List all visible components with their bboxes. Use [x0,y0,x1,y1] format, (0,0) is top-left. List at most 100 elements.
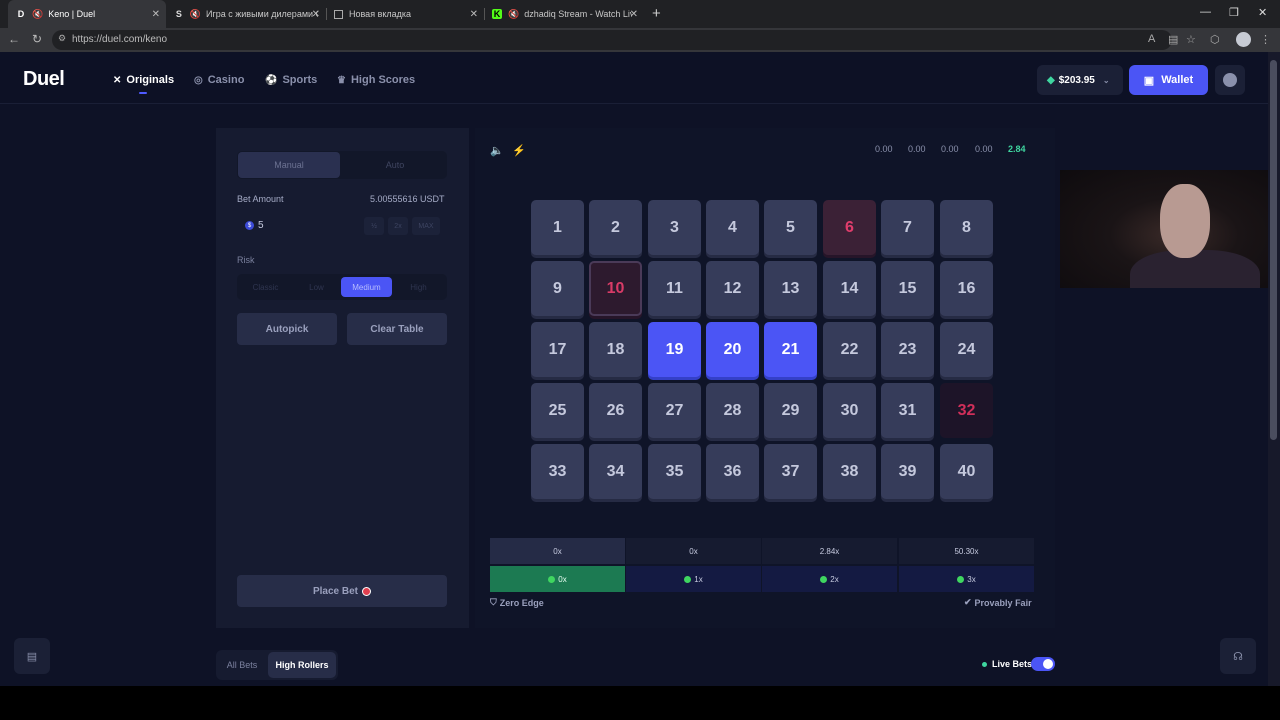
keno-tile-33[interactable]: 33 [531,444,584,499]
live-bets-toggle[interactable] [1031,657,1055,671]
mute-icon[interactable]: 🔇 [508,9,519,20]
keno-tile-32[interactable]: 32 [940,383,993,438]
bookmark-star-icon[interactable]: ☆ [1186,33,1196,46]
risk-high[interactable]: High [393,277,444,297]
close-tab-icon[interactable]: ✕ [312,9,320,20]
translate-icon[interactable]: A [1148,33,1155,45]
risk-medium[interactable]: Medium [341,277,392,297]
sound-icon[interactable]: 🔈 [490,144,504,157]
duel-logo[interactable]: Duel [23,68,65,91]
nav-originals[interactable]: ✕ Originals [113,74,174,86]
balance-dropdown[interactable]: ◆ $203.95 ⌄ [1037,65,1123,95]
close-tab-icon[interactable]: ✕ [630,9,638,20]
keno-tile-10[interactable]: 10 [589,261,642,316]
wallet-button[interactable]: ▣ Wallet [1129,65,1208,95]
keno-tile-9[interactable]: 9 [531,261,584,316]
keno-tile-21[interactable]: 21 [764,322,817,377]
nav-high-scores[interactable]: ♛ High Scores [337,74,415,86]
keno-tile-19[interactable]: 19 [648,322,701,377]
risk-classic[interactable]: Classic [240,277,291,297]
reader-icon[interactable]: ▤ [1168,33,1178,46]
mute-icon[interactable]: 🔇 [190,9,201,20]
zero-edge-link[interactable]: ⛉ Zero Edge [490,597,544,608]
keno-tile-27[interactable]: 27 [648,383,701,438]
keno-tile-37[interactable]: 37 [764,444,817,499]
keno-tile-29[interactable]: 29 [764,383,817,438]
mute-icon[interactable]: 🔇 [32,9,43,20]
tab-auto[interactable]: Auto [344,152,446,178]
keno-tile-7[interactable]: 7 [881,200,934,255]
double-bet-button[interactable]: 2x [388,217,408,235]
keno-tile-39[interactable]: 39 [881,444,934,499]
autopick-button[interactable]: Autopick [237,313,337,345]
minimize-icon[interactable]: — [1200,6,1211,18]
site-info-icon[interactable]: ⚙ [58,33,66,44]
keno-tile-8[interactable]: 8 [940,200,993,255]
keno-tile-24[interactable]: 24 [940,322,993,377]
keno-tile-18[interactable]: 18 [589,322,642,377]
tab-high-rollers[interactable]: High Rollers [268,652,336,678]
keno-tile-28[interactable]: 28 [706,383,759,438]
keno-tile-34[interactable]: 34 [589,444,642,499]
keno-tile-14[interactable]: 14 [823,261,876,316]
history-item: 0.00 [941,144,959,154]
hit-label: 2x [830,574,839,584]
keno-tile-1[interactable]: 1 [531,200,584,255]
keno-tile-22[interactable]: 22 [823,322,876,377]
keno-tile-13[interactable]: 13 [764,261,817,316]
profile-avatar[interactable] [1236,32,1251,47]
close-tab-icon[interactable]: ✕ [152,9,160,20]
new-tab-icon[interactable]: + [652,5,661,22]
browser-tab-live-dealers[interactable]: S 🔇 Игра с живыми дилерами Ст ✕ [166,0,326,28]
tab-all-bets[interactable]: All Bets [218,652,266,678]
keno-tile-30[interactable]: 30 [823,383,876,438]
maximize-icon[interactable]: ❐ [1229,6,1239,19]
keno-tile-3[interactable]: 3 [648,200,701,255]
clear-table-button[interactable]: Clear Table [347,313,447,345]
keno-tile-25[interactable]: 25 [531,383,584,438]
browser-tab-stream[interactable]: K 🔇 dzhadiq Stream - Watch Live ✕ [484,0,644,28]
keno-tile-4[interactable]: 4 [706,200,759,255]
extensions-icon[interactable]: ⬡ [1210,33,1220,46]
keno-tile-15[interactable]: 15 [881,261,934,316]
keno-tile-17[interactable]: 17 [531,322,584,377]
keno-tile-38[interactable]: 38 [823,444,876,499]
keno-tile-40[interactable]: 40 [940,444,993,499]
provably-fair-link[interactable]: ✔ Provably Fair [964,597,1032,608]
place-bet-button[interactable]: Place Bet [237,575,447,607]
casino-chip-icon: ◎ [194,74,203,86]
keno-tile-26[interactable]: 26 [589,383,642,438]
risk-low[interactable]: Low [291,277,342,297]
nav-casino[interactable]: ◎ Casino [194,74,244,86]
keno-tile-12[interactable]: 12 [706,261,759,316]
tab-manual[interactable]: Manual [238,152,340,178]
window-close-icon[interactable]: ✕ [1258,6,1267,19]
keno-tile-6[interactable]: 6 [823,200,876,255]
max-bet-button[interactable]: MAX [412,217,440,235]
close-tab-icon[interactable]: ✕ [470,9,478,20]
back-icon[interactable]: ← [8,32,20,46]
support-button[interactable]: ☊ [1220,638,1256,674]
lightning-icon[interactable]: ⚡ [512,144,526,157]
nav-sports[interactable]: ⚽ Sports [265,74,317,86]
keno-tile-35[interactable]: 35 [648,444,701,499]
scrollbar-thumb[interactable] [1270,60,1277,440]
browser-menu-icon[interactable]: ⋮ [1260,33,1271,46]
keno-tile-23[interactable]: 23 [881,322,934,377]
address-bar[interactable]: ⚙ https://duel.com/keno [52,30,1172,50]
keno-tile-36[interactable]: 36 [706,444,759,499]
keno-tile-20[interactable]: 20 [706,322,759,377]
keno-tile-5[interactable]: 5 [764,200,817,255]
reload-icon[interactable]: ↻ [32,32,42,46]
half-bet-button[interactable]: ½ [364,217,384,235]
chat-button[interactable]: ▤ [14,638,50,674]
user-menu-button[interactable] [1215,65,1245,95]
browser-tab-keno[interactable]: D 🔇 Keno | Duel ✕ [8,0,166,28]
keno-tile-11[interactable]: 11 [648,261,701,316]
gem-icon [548,575,556,583]
keno-tile-2[interactable]: 2 [589,200,642,255]
keno-tile-31[interactable]: 31 [881,383,934,438]
bet-amount-input[interactable]: $ 5 ½ 2x MAX [237,212,447,240]
keno-tile-16[interactable]: 16 [940,261,993,316]
browser-tab-new[interactable]: Новая вкладка ✕ [326,0,484,28]
